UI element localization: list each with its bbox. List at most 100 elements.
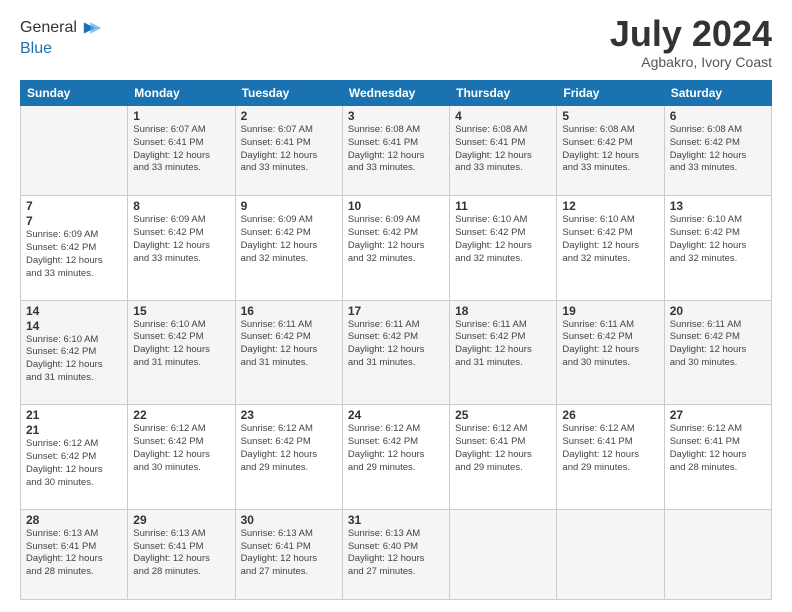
table-cell [557, 509, 664, 599]
day-info: Sunrise: 6:11 AMSunset: 6:42 PMDaylight:… [348, 319, 444, 370]
table-cell: 1Sunrise: 6:07 AMSunset: 6:41 PMDaylight… [128, 106, 235, 196]
col-wednesday: Wednesday [342, 81, 449, 106]
logo-arrow-icon [79, 16, 103, 40]
title-block: July 2024 Agbakro, Ivory Coast [610, 16, 772, 70]
day-number: 16 [241, 304, 337, 318]
table-cell: 2121Sunrise: 6:12 AMSunset: 6:42 PMDayli… [21, 405, 128, 510]
day-number: 8 [133, 199, 229, 213]
table-cell: 29Sunrise: 6:13 AMSunset: 6:41 PMDayligh… [128, 509, 235, 599]
table-cell: 12Sunrise: 6:10 AMSunset: 6:42 PMDayligh… [557, 196, 664, 301]
day-number: 28 [26, 513, 122, 527]
day-info: Sunrise: 6:07 AMSunset: 6:41 PMDaylight:… [133, 124, 229, 175]
table-cell: 30Sunrise: 6:13 AMSunset: 6:41 PMDayligh… [235, 509, 342, 599]
day-number: 27 [670, 408, 766, 422]
day-info: Sunrise: 6:12 AMSunset: 6:41 PMDaylight:… [670, 423, 766, 474]
col-sunday: Sunday [21, 81, 128, 106]
table-cell: 26Sunrise: 6:12 AMSunset: 6:41 PMDayligh… [557, 405, 664, 510]
table-cell: 77Sunrise: 6:09 AMSunset: 6:42 PMDayligh… [21, 196, 128, 301]
col-monday: Monday [128, 81, 235, 106]
day-number: 10 [348, 199, 444, 213]
day-info: Sunrise: 6:13 AMSunset: 6:41 PMDaylight:… [241, 528, 337, 579]
day-number: 31 [348, 513, 444, 527]
day-info: Sunrise: 6:12 AMSunset: 6:41 PMDaylight:… [455, 423, 551, 474]
day-info: Sunrise: 6:10 AMSunset: 6:42 PMDaylight:… [670, 214, 766, 265]
day-info: Sunrise: 6:13 AMSunset: 6:40 PMDaylight:… [348, 528, 444, 579]
table-cell: 15Sunrise: 6:10 AMSunset: 6:42 PMDayligh… [128, 300, 235, 405]
table-cell: 8Sunrise: 6:09 AMSunset: 6:42 PMDaylight… [128, 196, 235, 301]
col-thursday: Thursday [450, 81, 557, 106]
day-info: Sunrise: 6:08 AMSunset: 6:41 PMDaylight:… [455, 124, 551, 175]
table-cell: 22Sunrise: 6:12 AMSunset: 6:42 PMDayligh… [128, 405, 235, 510]
day-info: Sunrise: 6:10 AMSunset: 6:42 PMDaylight:… [26, 334, 122, 385]
calendar-table: Sunday Monday Tuesday Wednesday Thursday… [20, 80, 772, 600]
day-number: 11 [455, 199, 551, 213]
table-cell: 13Sunrise: 6:10 AMSunset: 6:42 PMDayligh… [664, 196, 771, 301]
day-number: 30 [241, 513, 337, 527]
col-saturday: Saturday [664, 81, 771, 106]
day-number: 1 [133, 109, 229, 123]
day-number: 22 [133, 408, 229, 422]
table-cell [21, 106, 128, 196]
day-number: 29 [133, 513, 229, 527]
table-cell: 10Sunrise: 6:09 AMSunset: 6:42 PMDayligh… [342, 196, 449, 301]
table-cell: 16Sunrise: 6:11 AMSunset: 6:42 PMDayligh… [235, 300, 342, 405]
day-info: Sunrise: 6:12 AMSunset: 6:42 PMDaylight:… [26, 438, 122, 489]
day-info: Sunrise: 6:11 AMSunset: 6:42 PMDaylight:… [455, 319, 551, 370]
day-number: 2 [241, 109, 337, 123]
table-cell: 20Sunrise: 6:11 AMSunset: 6:42 PMDayligh… [664, 300, 771, 405]
day-number: 7 [26, 214, 122, 228]
col-tuesday: Tuesday [235, 81, 342, 106]
day-info: Sunrise: 6:09 AMSunset: 6:42 PMDaylight:… [133, 214, 229, 265]
day-number: 3 [348, 109, 444, 123]
day-number: 14 [26, 304, 122, 318]
day-number: 18 [455, 304, 551, 318]
day-number: 4 [455, 109, 551, 123]
logo-general-text: General [20, 19, 77, 37]
day-info: Sunrise: 6:10 AMSunset: 6:42 PMDaylight:… [455, 214, 551, 265]
calendar-header-row: Sunday Monday Tuesday Wednesday Thursday… [21, 81, 772, 106]
table-cell: 27Sunrise: 6:12 AMSunset: 6:41 PMDayligh… [664, 405, 771, 510]
day-info: Sunrise: 6:12 AMSunset: 6:41 PMDaylight:… [562, 423, 658, 474]
table-cell: 28Sunrise: 6:13 AMSunset: 6:41 PMDayligh… [21, 509, 128, 599]
table-cell: 19Sunrise: 6:11 AMSunset: 6:42 PMDayligh… [557, 300, 664, 405]
day-number: 26 [562, 408, 658, 422]
table-cell: 25Sunrise: 6:12 AMSunset: 6:41 PMDayligh… [450, 405, 557, 510]
day-info: Sunrise: 6:11 AMSunset: 6:42 PMDaylight:… [241, 319, 337, 370]
table-cell: 11Sunrise: 6:10 AMSunset: 6:42 PMDayligh… [450, 196, 557, 301]
day-info: Sunrise: 6:11 AMSunset: 6:42 PMDaylight:… [562, 319, 658, 370]
day-number: 9 [241, 199, 337, 213]
day-info: Sunrise: 6:10 AMSunset: 6:42 PMDaylight:… [562, 214, 658, 265]
day-number: 14 [26, 319, 122, 333]
day-number: 17 [348, 304, 444, 318]
day-info: Sunrise: 6:12 AMSunset: 6:42 PMDaylight:… [348, 423, 444, 474]
table-cell: 23Sunrise: 6:12 AMSunset: 6:42 PMDayligh… [235, 405, 342, 510]
table-cell [450, 509, 557, 599]
day-info: Sunrise: 6:11 AMSunset: 6:42 PMDaylight:… [670, 319, 766, 370]
logo-blue-text: Blue [20, 40, 103, 58]
day-number: 23 [241, 408, 337, 422]
table-cell: 5Sunrise: 6:08 AMSunset: 6:42 PMDaylight… [557, 106, 664, 196]
table-cell: 4Sunrise: 6:08 AMSunset: 6:41 PMDaylight… [450, 106, 557, 196]
day-info: Sunrise: 6:12 AMSunset: 6:42 PMDaylight:… [133, 423, 229, 474]
day-info: Sunrise: 6:09 AMSunset: 6:42 PMDaylight:… [241, 214, 337, 265]
month-title: July 2024 [610, 16, 772, 52]
day-info: Sunrise: 6:07 AMSunset: 6:41 PMDaylight:… [241, 124, 337, 175]
page-header: General Blue July 2024 Agbakro, Ivory Co… [20, 16, 772, 70]
day-info: Sunrise: 6:08 AMSunset: 6:42 PMDaylight:… [562, 124, 658, 175]
day-info: Sunrise: 6:13 AMSunset: 6:41 PMDaylight:… [133, 528, 229, 579]
table-cell: 18Sunrise: 6:11 AMSunset: 6:42 PMDayligh… [450, 300, 557, 405]
day-info: Sunrise: 6:08 AMSunset: 6:41 PMDaylight:… [348, 124, 444, 175]
day-number: 19 [562, 304, 658, 318]
day-info: Sunrise: 6:12 AMSunset: 6:42 PMDaylight:… [241, 423, 337, 474]
table-cell: 17Sunrise: 6:11 AMSunset: 6:42 PMDayligh… [342, 300, 449, 405]
day-number: 21 [26, 408, 122, 422]
day-info: Sunrise: 6:10 AMSunset: 6:42 PMDaylight:… [133, 319, 229, 370]
table-cell: 2Sunrise: 6:07 AMSunset: 6:41 PMDaylight… [235, 106, 342, 196]
day-number: 6 [670, 109, 766, 123]
day-info: Sunrise: 6:08 AMSunset: 6:42 PMDaylight:… [670, 124, 766, 175]
table-cell [664, 509, 771, 599]
day-number: 20 [670, 304, 766, 318]
day-info: Sunrise: 6:13 AMSunset: 6:41 PMDaylight:… [26, 528, 122, 579]
day-number: 5 [562, 109, 658, 123]
day-number: 13 [670, 199, 766, 213]
